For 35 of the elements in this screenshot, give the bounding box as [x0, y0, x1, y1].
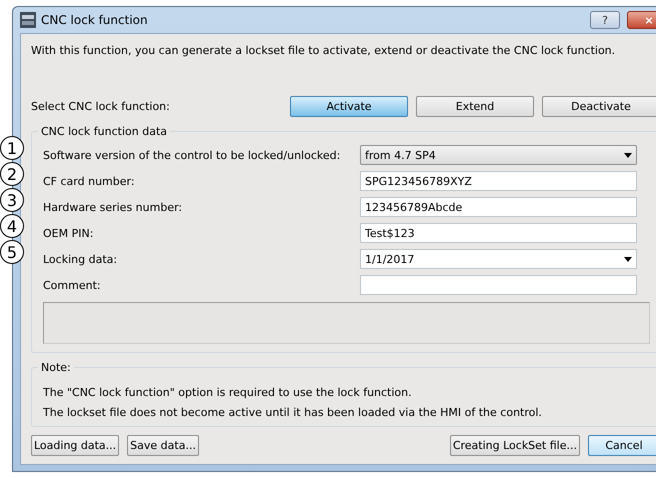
version-dropdown[interactable]: from 4.7 SP4	[360, 145, 637, 165]
input-field[interactable]	[360, 275, 637, 295]
field-label: Software version of the control to be locked/unlocked:	[43, 148, 342, 162]
group-title: CNC lock function data	[38, 125, 170, 138]
dropdown-arrow-icon[interactable]	[624, 152, 632, 158]
dialog-button[interactable]: Loading data...	[31, 435, 120, 456]
dialog-button[interactable]: Creating LockSet file...	[450, 435, 580, 456]
dialog-button[interactable]: Cancel	[588, 435, 656, 456]
callout-number: 1	[0, 136, 24, 160]
group-title: Note:	[38, 361, 74, 374]
window-title: CNC lock function	[41, 13, 149, 27]
help-button[interactable]: ?	[590, 11, 620, 29]
function-toggle-button[interactable]: Extend	[416, 96, 534, 116]
input-field[interactable]: 123456789Abcde	[360, 197, 637, 217]
dropdown-arrow-icon[interactable]	[624, 256, 632, 262]
function-toggle-button[interactable]: Activate	[290, 96, 408, 116]
field-label: OEM PIN:	[43, 226, 94, 240]
input-field[interactable]: SPG123456789XYZ	[360, 171, 637, 191]
field-label: CF card number:	[43, 174, 136, 188]
function-toggle-button[interactable]: Deactivate	[542, 96, 656, 116]
input-field[interactable]: Test$123	[360, 223, 637, 243]
callout-number: 5	[0, 240, 24, 264]
dialog-button[interactable]: Save data...	[127, 435, 199, 456]
field-label: Hardware series number:	[43, 200, 184, 214]
date-field[interactable]: 1/1/2017	[360, 249, 637, 269]
description-text: With this function, you can generate a lockset file to activate, extend or deactivate the CNC lock function.	[31, 44, 616, 59]
callout-number: 3	[0, 188, 24, 212]
app-icon	[20, 12, 36, 28]
callout-number: 2	[0, 162, 24, 186]
field-label: Locking data:	[43, 252, 118, 266]
field-label: Comment:	[43, 278, 102, 292]
callout-number: 4	[0, 214, 24, 238]
field-label: Select CNC lock function:	[31, 100, 171, 112]
note-text: The "CNC lock function" option is required to use the lock function.	[43, 386, 412, 398]
note-text: The lockset file does not become active until it has been loaded via the HMI of the control.	[43, 406, 542, 418]
